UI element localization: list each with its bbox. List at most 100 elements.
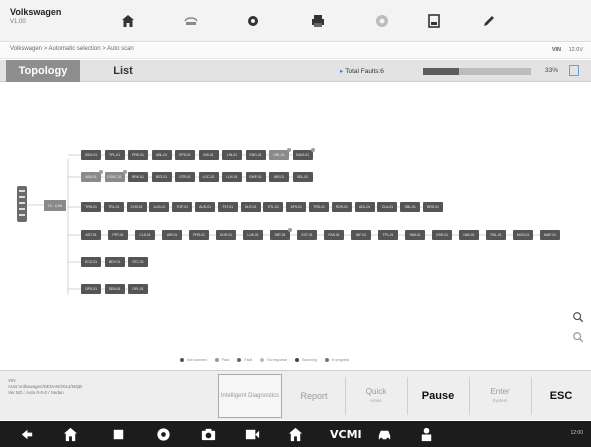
home-button[interactable]	[115, 9, 141, 33]
ecu-module[interactable]: TOP-01	[172, 202, 193, 212]
ecu-module[interactable]: BRK-01	[128, 172, 148, 182]
tab-topology[interactable]: Topology	[6, 60, 80, 82]
ecu-module[interactable]: ADT-01	[81, 230, 101, 240]
ecu-module[interactable]: LUK-01	[243, 230, 263, 240]
remote-support-button[interactable]	[418, 425, 435, 443]
ecu-module[interactable]: EWP-01	[245, 172, 266, 182]
legend-item: Fault	[237, 358, 252, 362]
ecu-module[interactable]: DIAG-01	[292, 148, 315, 160]
help-button[interactable]	[369, 9, 395, 33]
ecu-module[interactable]: PLT-01	[217, 202, 238, 212]
tab-list[interactable]: List	[86, 60, 160, 82]
ecu-module[interactable]: AUD-01	[195, 202, 215, 212]
ecu-module[interactable]: GSR-01	[432, 230, 452, 240]
print-button[interactable]	[305, 9, 331, 33]
ecu-module[interactable]: EPS-01	[175, 150, 195, 160]
ecu-module[interactable]: SBL-01	[400, 202, 421, 212]
ecu-module[interactable]: SEN-01	[104, 284, 125, 294]
ecu-module[interactable]: TRN-01	[81, 202, 101, 212]
ecu-module[interactable]: STC-01	[128, 257, 148, 267]
report-button[interactable]: Report	[284, 374, 344, 418]
screenshot-icon[interactable]	[569, 65, 579, 76]
ecu-module[interactable]: DPL-01	[128, 284, 148, 294]
ecu-module[interactable]: SBT-01	[270, 228, 292, 240]
ecu-module[interactable]: BRS-01	[423, 202, 443, 212]
ecu-module[interactable]: 0001-01	[81, 150, 101, 160]
ecu-module[interactable]: DLR-01	[240, 202, 261, 212]
data-logging-button[interactable]	[476, 9, 502, 33]
status-legend: Not scanned Pass Fault No response Scanning I…	[180, 355, 357, 365]
ecu-module[interactable]: ABS-01	[81, 170, 103, 182]
ecu-module[interactable]: EXT-01	[297, 230, 317, 240]
settings-button[interactable]	[240, 9, 266, 33]
ecu-module[interactable]: OBL-01	[269, 148, 291, 160]
zoom-in-icon	[573, 312, 584, 323]
pause-button[interactable]: Pause	[408, 374, 468, 418]
action-bar: VIN Auto:Volkswagen/SEDAN/2014/MQB Ver.N…	[0, 370, 591, 420]
ecu-module[interactable]: BST-01	[151, 172, 172, 182]
ecu-module[interactable]: LOC-01	[198, 172, 219, 182]
browser-button[interactable]	[155, 425, 172, 443]
zoom-in-button[interactable]	[571, 310, 585, 324]
battery-voltage: 12.0V	[568, 47, 583, 53]
ecu-module[interactable]: PRS-01	[189, 230, 209, 240]
ecu-module[interactable]: ENG-01	[245, 150, 266, 160]
ecu-module[interactable]: LUG-01	[149, 202, 170, 212]
ecu-module[interactable]: EGBC-01	[104, 170, 127, 182]
recent-apps-button[interactable]	[110, 425, 127, 443]
ecu-module[interactable]: OPS-01	[81, 284, 101, 294]
android-home-button[interactable]	[62, 425, 79, 443]
ecu-module[interactable]: CHS-01	[126, 202, 147, 212]
ecu-module[interactable]: MOS-01	[513, 230, 533, 240]
fault-indicator-icon	[287, 148, 291, 152]
ecu-module[interactable]: CLS-01	[135, 230, 155, 240]
ecu-module[interactable]: INS-01	[198, 150, 219, 160]
vehicle-swap-button[interactable]	[178, 9, 204, 33]
ecu-module[interactable]: SEL-01	[292, 172, 313, 182]
maxifix-home-button[interactable]	[287, 425, 304, 443]
ecu-module[interactable]: MAP-01	[540, 230, 560, 240]
ecu-module[interactable]: ETL-01	[263, 202, 284, 212]
ecu-module[interactable]: CLA-01	[377, 202, 398, 212]
ecu-module[interactable]: BDY-01	[104, 257, 125, 267]
ecu-module[interactable]: LUX-01	[222, 172, 242, 182]
zoom-out-button[interactable]	[571, 330, 585, 344]
ecu-module[interactable]: RSL-01	[486, 230, 506, 240]
ecu-module[interactable]: DOR-01	[216, 230, 236, 240]
ecu-module[interactable]: ABL-01	[151, 150, 172, 160]
ecu-module[interactable]: PRT-01	[108, 230, 128, 240]
vehicle-menu-button[interactable]	[376, 425, 393, 443]
ecu-module[interactable]: TRL-01	[103, 202, 124, 212]
save-button[interactable]	[421, 9, 447, 33]
quick-erase-label: Quick	[365, 387, 387, 396]
ecu-module[interactable]: TPL-01	[104, 150, 125, 160]
ecu-module[interactable]: INF-01	[351, 230, 371, 240]
total-faults-label: Total Faults:6	[345, 68, 384, 75]
ecu-module[interactable]: PRE-01	[128, 150, 148, 160]
ecu-module[interactable]: STR-01	[175, 172, 195, 182]
ecu-module[interactable]: AIR-01	[269, 172, 289, 182]
intelligent-diagnostics-button[interactable]: Intelligent Diagnostics	[218, 374, 282, 418]
ecu-module[interactable]: HMI-01	[405, 230, 425, 240]
back-button[interactable]	[18, 425, 35, 443]
ecu-module[interactable]: PAS-01	[324, 230, 344, 240]
gateway-module[interactable]: 19 - CAN	[44, 200, 66, 211]
ecu-module[interactable]: ADL-01	[354, 202, 375, 212]
ecu-module[interactable]: RDR-01	[331, 202, 352, 212]
ecu-module[interactable]: AFS-01	[286, 202, 307, 212]
scan-progress-bar	[423, 68, 531, 75]
ecu-module[interactable]: ECO-01	[81, 257, 101, 267]
vci-button[interactable]: VCMI	[330, 425, 362, 443]
enter-system-button[interactable]: Enter System	[470, 374, 530, 418]
ecu-module[interactable]: LIN-01	[222, 150, 242, 160]
screen-record-button[interactable]	[244, 425, 261, 443]
esc-button[interactable]: ESC	[532, 374, 590, 418]
ecu-module[interactable]: NAV-01	[459, 230, 479, 240]
ecu-module[interactable]: AIR-01	[162, 230, 182, 240]
ecu-module[interactable]: TPL-01	[378, 230, 398, 240]
enter-sub: System	[492, 398, 508, 403]
quick-erase-button[interactable]: Quick erase	[346, 374, 406, 418]
fault-indicator-icon	[310, 148, 315, 152]
ecu-module[interactable]: TRD-01	[309, 202, 329, 212]
camera-button[interactable]	[200, 425, 217, 443]
